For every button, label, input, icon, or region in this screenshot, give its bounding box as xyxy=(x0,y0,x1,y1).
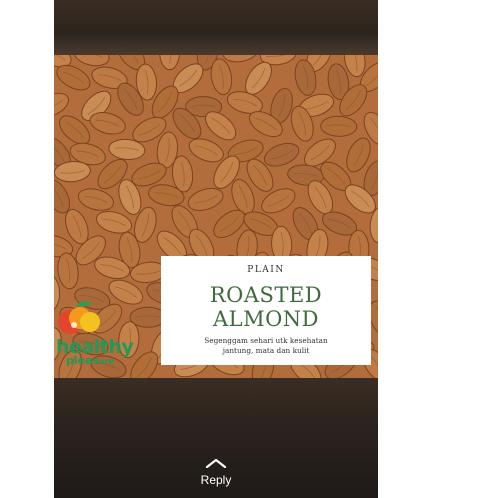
product-title-line1: ROASTED xyxy=(209,283,323,307)
blurred-background-top xyxy=(54,0,378,55)
story-viewer: PLAIN ROASTED ALMOND Segenggam sehari ut… xyxy=(54,0,378,498)
product-image: PLAIN ROASTED ALMOND Segenggam sehari ut… xyxy=(54,55,378,378)
brand-name-part: pleas xyxy=(66,354,100,367)
brand-name-suffix: ure xyxy=(99,357,115,366)
product-title: ROASTED ALMOND xyxy=(161,283,371,331)
reply-button[interactable]: Reply xyxy=(54,458,378,494)
fruit-logo-icon xyxy=(58,301,100,334)
brand-name-second-line: pleasure xyxy=(66,355,114,368)
product-description-line2: jantung, mata dan kulit xyxy=(222,346,310,355)
brand-logo: healthy pleasure xyxy=(54,300,150,375)
product-title-line2: ALMOND xyxy=(212,307,320,331)
product-description: Segenggam sehari utk kesehatan jantung, … xyxy=(169,336,363,356)
product-description-line1: Segenggam sehari utk kesehatan xyxy=(204,336,328,345)
chevron-up-icon xyxy=(205,458,227,468)
product-kicker: PLAIN xyxy=(247,265,285,275)
reply-label: Reply xyxy=(200,473,232,487)
product-label-card: PLAIN ROASTED ALMOND Segenggam sehari ut… xyxy=(161,256,371,365)
